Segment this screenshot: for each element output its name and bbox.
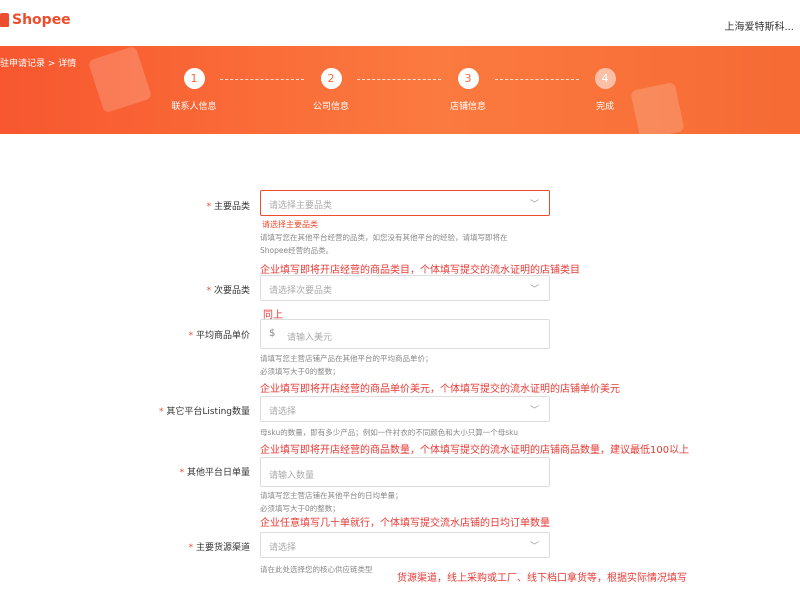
step-4: 4 完成 [575, 68, 635, 112]
daily-orders-label: * 其他平台日单量 [180, 465, 250, 478]
step-label: 公司信息 [312, 102, 349, 112]
required-mark: * [206, 286, 212, 296]
daily-orders-hint: 请填写您主营店铺在其他平台的日均单量； [260, 491, 403, 500]
annotation-note: 企业填写即将开店经营的商品数量，个体填写提交的流水证明的店铺商品数量，建议最低1… [260, 445, 690, 456]
chevron-down-icon: ﹀ [529, 285, 539, 295]
step-number: 4 [594, 68, 616, 89]
daily-orders-label-text: 其他平台日单量 [186, 468, 250, 478]
secondary-category-label-text: 次要品类 [213, 286, 250, 296]
secondary-category-label: * 次要品类 [207, 283, 250, 296]
avg-price-input[interactable]: $ 请输入美元 [260, 319, 550, 349]
step-connector [495, 79, 579, 80]
shopee-bag-icon [0, 13, 9, 27]
daily-orders-input[interactable]: 请输入数量 [260, 457, 550, 487]
bag-decoration-right [630, 81, 685, 134]
dollar-icon: $ [269, 328, 276, 339]
main-category-error: 请选择主要品类 [262, 220, 318, 229]
required-mark: * [158, 407, 164, 417]
avg-price-hint: 请填写您主营店铺产品在其他平台的平均商品单价； [260, 354, 433, 363]
listing-count-hint: 母sku的数量，即有多少产品；例如一件衬衣的不同颜色和大小只算一个母sku [260, 428, 519, 437]
listing-count-select[interactable]: 请选择 ﹀ [260, 396, 550, 422]
step-number: 3 [457, 68, 479, 89]
supply-channel-select[interactable]: 请选择 ﹀ [260, 532, 550, 558]
step-label: 完成 [595, 102, 614, 112]
annotation-note: 货源渠道，线上采购或工厂、线下档口拿货等，根据实际情况填写 [397, 573, 687, 584]
required-mark: * [179, 468, 185, 478]
bag-decoration-left [87, 46, 153, 114]
step-number: 2 [320, 68, 342, 89]
secondary-category-select[interactable]: 请选择次要品类 ﹀ [260, 275, 550, 301]
listing-count-placeholder: 请选择 [269, 407, 297, 417]
step-number: 1 [183, 68, 205, 89]
logo-text: Shopee [12, 12, 71, 28]
secondary-category-placeholder: 请选择次要品类 [269, 286, 333, 296]
listing-count-label-text: 其它平台Listing数量 [166, 407, 250, 417]
main-category-hint-2: Shopee经营的品类。 [260, 246, 334, 255]
avg-price-hint-2: 必须填写大于0的整数； [260, 367, 340, 376]
step-3: 3 店铺信息 [438, 68, 498, 112]
avg-price-placeholder: 请输入美元 [287, 333, 333, 343]
supply-channel-hint: 请在此处选择您的核心供应链类型 [260, 565, 373, 574]
step-2: 2 公司信息 [301, 68, 361, 112]
breadcrumb[interactable]: 驻申请记录 > 详情 [0, 56, 76, 69]
chevron-down-icon: ﹀ [529, 542, 539, 552]
shopee-logo[interactable]: Shopee [0, 12, 71, 28]
avg-price-label: * 平均商品单价 [189, 328, 250, 341]
top-bar: Shopee 上海爱特斯科... [0, 0, 800, 47]
required-mark: * [206, 202, 212, 212]
step-label: 联系人信息 [171, 102, 217, 112]
main-category-placeholder: 请选择主要品类 [269, 201, 333, 211]
supply-channel-label-text: 主要货源渠道 [195, 543, 250, 553]
chevron-down-icon: ﹀ [529, 406, 539, 416]
supply-channel-label: * 主要货源渠道 [189, 540, 250, 553]
chevron-down-icon: ﹀ [529, 200, 539, 210]
step-1: 1 联系人信息 [164, 68, 224, 112]
step-connector [220, 79, 304, 80]
annotation-note: 企业填写即将开店经营的商品类目，个体填写提交的流水证明的店铺类目 [260, 265, 580, 276]
main-category-label-text: 主要品类 [213, 202, 250, 212]
account-company-name[interactable]: 上海爱特斯科... [724, 18, 794, 33]
main-category-hint: 请填写您在其他平台经营的品类，如您没有其他平台的经验，请填写即将在 [260, 233, 508, 242]
required-mark: * [188, 543, 194, 553]
supply-channel-placeholder: 请选择 [269, 543, 297, 553]
avg-price-label-text: 平均商品单价 [195, 331, 250, 341]
main-category-select[interactable]: 请选择主要品类 ﹀ [260, 190, 550, 216]
step-connector [357, 79, 441, 80]
listing-count-label: * 其它平台Listing数量 [159, 404, 250, 417]
required-mark: * [188, 331, 194, 341]
main-category-label: * 主要品类 [207, 199, 250, 212]
annotation-note: 企业填写即将开店经营的商品单价美元，个体填写提交的流水证明的店铺单价美元 [260, 384, 620, 395]
daily-orders-placeholder: 请输入数量 [269, 471, 315, 481]
annotation-note: 企业任意填写几十单就行，个体填写提交流水店铺的日均订单数量 [260, 518, 550, 529]
progress-banner: 驻申请记录 > 详情 1 联系人信息 2 公司信息 3 店铺信息 4 完成 [0, 46, 800, 134]
step-label: 店铺信息 [449, 102, 486, 112]
